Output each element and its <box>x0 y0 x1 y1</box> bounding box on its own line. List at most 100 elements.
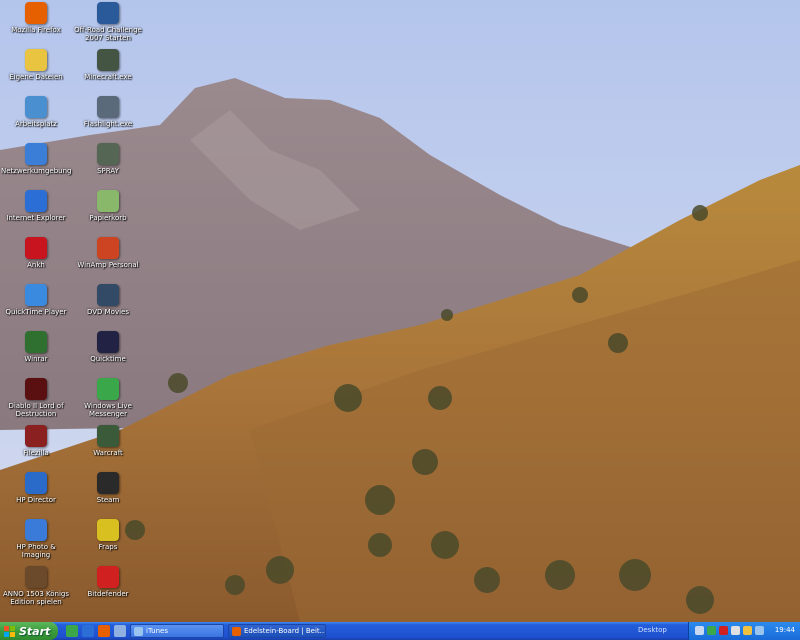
task-label: iTunes <box>146 627 168 635</box>
desktop-icon-label: SPRAY <box>97 167 119 175</box>
desktop-icon-label: DVD Movies <box>86 308 130 316</box>
desktop-icon-label: Eigene Dateien <box>9 73 63 81</box>
desktop-icon-label: Off-Road Challenge 2007 Starten <box>74 26 142 42</box>
ankh-icon <box>25 237 47 259</box>
desktop-icon-label: Bitdefender <box>87 590 129 598</box>
desktop-icon-ankh[interactable]: Ankh <box>0 237 73 269</box>
task-firefox-board[interactable]: Edelstein-Board | Beit... <box>228 624 326 638</box>
computer-icon <box>25 96 47 118</box>
desktop-icon-recycle-bin[interactable]: Papierkorb <box>71 190 145 222</box>
desktop-icon-label: QuickTime Player <box>5 308 67 316</box>
desktop-icon-label: Steam <box>96 496 120 504</box>
desktop-icon-offroad[interactable]: Off-Road Challenge 2007 Starten <box>71 2 145 42</box>
desktop-icon-dvd[interactable]: DVD Movies <box>71 284 145 316</box>
media-icon <box>97 331 119 353</box>
warcraft-icon <box>97 425 119 447</box>
desktop-icon-fraps[interactable]: Fraps <box>71 519 145 551</box>
desktop-icon-hp-photo[interactable]: HP Photo & Imaging <box>0 519 73 559</box>
desktop-icon-label: HP Director <box>16 496 56 504</box>
desktop-icon-quicktime[interactable]: QuickTime Player <box>0 284 73 316</box>
dvd-icon <box>97 284 119 306</box>
diablo-icon <box>25 378 47 400</box>
tray-network-icon[interactable] <box>731 626 740 635</box>
desktop-icon-label: Diablo II Lord of Destruction <box>8 402 64 418</box>
flashlight-icon <box>97 96 119 118</box>
system-tray: 19:44 <box>688 622 800 640</box>
tray-antivirus-icon[interactable] <box>719 626 728 635</box>
quicklaunch-show-desktop-icon[interactable] <box>114 625 126 637</box>
clock: 19:44 <box>774 626 795 634</box>
windows-flag-icon <box>4 625 15 637</box>
desktop-icon-label: HP Photo & Imaging <box>16 543 56 559</box>
anno-icon <box>25 566 47 588</box>
itunes-icon <box>134 626 143 636</box>
minecraft-icon <box>97 49 119 71</box>
task-label: Edelstein-Board | Beit... <box>244 627 326 635</box>
desktop-icon-flashlight[interactable]: Flashlight.exe <box>71 96 145 128</box>
desktop-icon-steam[interactable]: Steam <box>71 472 145 504</box>
tray-volume-icon[interactable] <box>755 626 764 635</box>
desktop-icon-minecraft[interactable]: Minecraft.exe <box>71 49 145 81</box>
task-itunes[interactable]: iTunes <box>130 624 224 638</box>
desktop-icon-label: ANNO 1503 Königs Edition spielen <box>2 590 70 606</box>
quicktime-icon <box>25 284 47 306</box>
desktop-icon-label: Ankh <box>27 261 45 269</box>
start-button[interactable]: Start <box>0 622 58 640</box>
messenger-icon <box>97 378 119 400</box>
start-label: Start <box>19 624 51 638</box>
quicklaunch-firefox-icon[interactable] <box>98 625 110 637</box>
desktop-icon-ie[interactable]: Internet Explorer <box>0 190 73 222</box>
tray-messenger-icon[interactable] <box>707 626 716 635</box>
desktop-icon-label: Arbeitsplatz <box>15 120 57 128</box>
firefox-task-icon <box>232 626 241 636</box>
filezilla-icon <box>25 425 47 447</box>
desktop-icon-bitdefender[interactable]: Bitdefender <box>71 566 145 598</box>
desktop-icon-media[interactable]: Quicktime <box>71 331 145 363</box>
desktop-icon-label: WinAmp Personal <box>77 261 139 269</box>
desktop-icon-label: Warcraft <box>93 449 123 457</box>
winrar-icon <box>25 331 47 353</box>
desktop-icon-winrar[interactable]: Winrar <box>0 331 73 363</box>
desktop-icon-winamp[interactable]: WinAmp Personal <box>71 237 145 269</box>
desktop-toolbar-label[interactable]: Desktop <box>638 626 667 634</box>
desktop-icon-label: Minecraft.exe <box>84 73 132 81</box>
recycle-bin-icon <box>97 190 119 212</box>
desktop-icon-label: Windows Live Messenger <box>84 402 132 418</box>
desktop-icon-label: Fraps <box>98 543 118 551</box>
desktop-icon-computer[interactable]: Arbeitsplatz <box>0 96 73 128</box>
steam-icon <box>97 472 119 494</box>
fraps-icon <box>97 519 119 541</box>
taskbar: Start iTunes Edelstein-Board | Beit... D… <box>0 622 800 640</box>
desktop-icon-messenger[interactable]: Windows Live Messenger <box>71 378 145 418</box>
hp-photo-icon <box>25 519 47 541</box>
desktop-icon-filezilla[interactable]: Filezilla <box>0 425 73 457</box>
desktop-icon-hp-director[interactable]: HP Director <box>0 472 73 504</box>
offroad-icon <box>97 2 119 24</box>
desktop-icon-label: Internet Explorer <box>6 214 66 222</box>
desktop-icon-label: Papierkorb <box>89 214 127 222</box>
desktop-icon-label: Quicktime <box>90 355 126 363</box>
desktop-icon-anno[interactable]: ANNO 1503 Königs Edition spielen <box>0 566 73 606</box>
desktop-icon-warcraft[interactable]: Warcraft <box>71 425 145 457</box>
desktop-icon-label: Netzwerkumgebung <box>1 167 72 175</box>
desktop-icon-folder[interactable]: Eigene Dateien <box>0 49 73 81</box>
spray-icon <box>97 143 119 165</box>
quicklaunch-messenger-icon[interactable] <box>66 625 78 637</box>
desktop-icon-label: Flashlight.exe <box>83 120 133 128</box>
desktop-icon-firefox[interactable]: Mozilla Firefox <box>0 2 73 34</box>
desktop-icon-diablo[interactable]: Diablo II Lord of Destruction <box>0 378 73 418</box>
tray-security-icon[interactable] <box>743 626 752 635</box>
desktop[interactable]: Mozilla Firefox Off-Road Challenge 2007 S… <box>0 0 800 622</box>
quicklaunch-ie-icon[interactable] <box>82 625 94 637</box>
bitdefender-icon <box>97 566 119 588</box>
ie-icon <box>25 190 47 212</box>
desktop-icon-label: Winrar <box>24 355 48 363</box>
desktop-icon-network[interactable]: Netzwerkumgebung <box>0 143 73 175</box>
network-icon <box>25 143 47 165</box>
folder-icon <box>25 49 47 71</box>
tray-arrow-icon[interactable] <box>695 626 704 635</box>
hp-director-icon <box>25 472 47 494</box>
desktop-icon-spray[interactable]: SPRAY <box>71 143 145 175</box>
desktop-icon-label: Mozilla Firefox <box>11 26 61 34</box>
desktop-icon-label: Filezilla <box>23 449 49 457</box>
